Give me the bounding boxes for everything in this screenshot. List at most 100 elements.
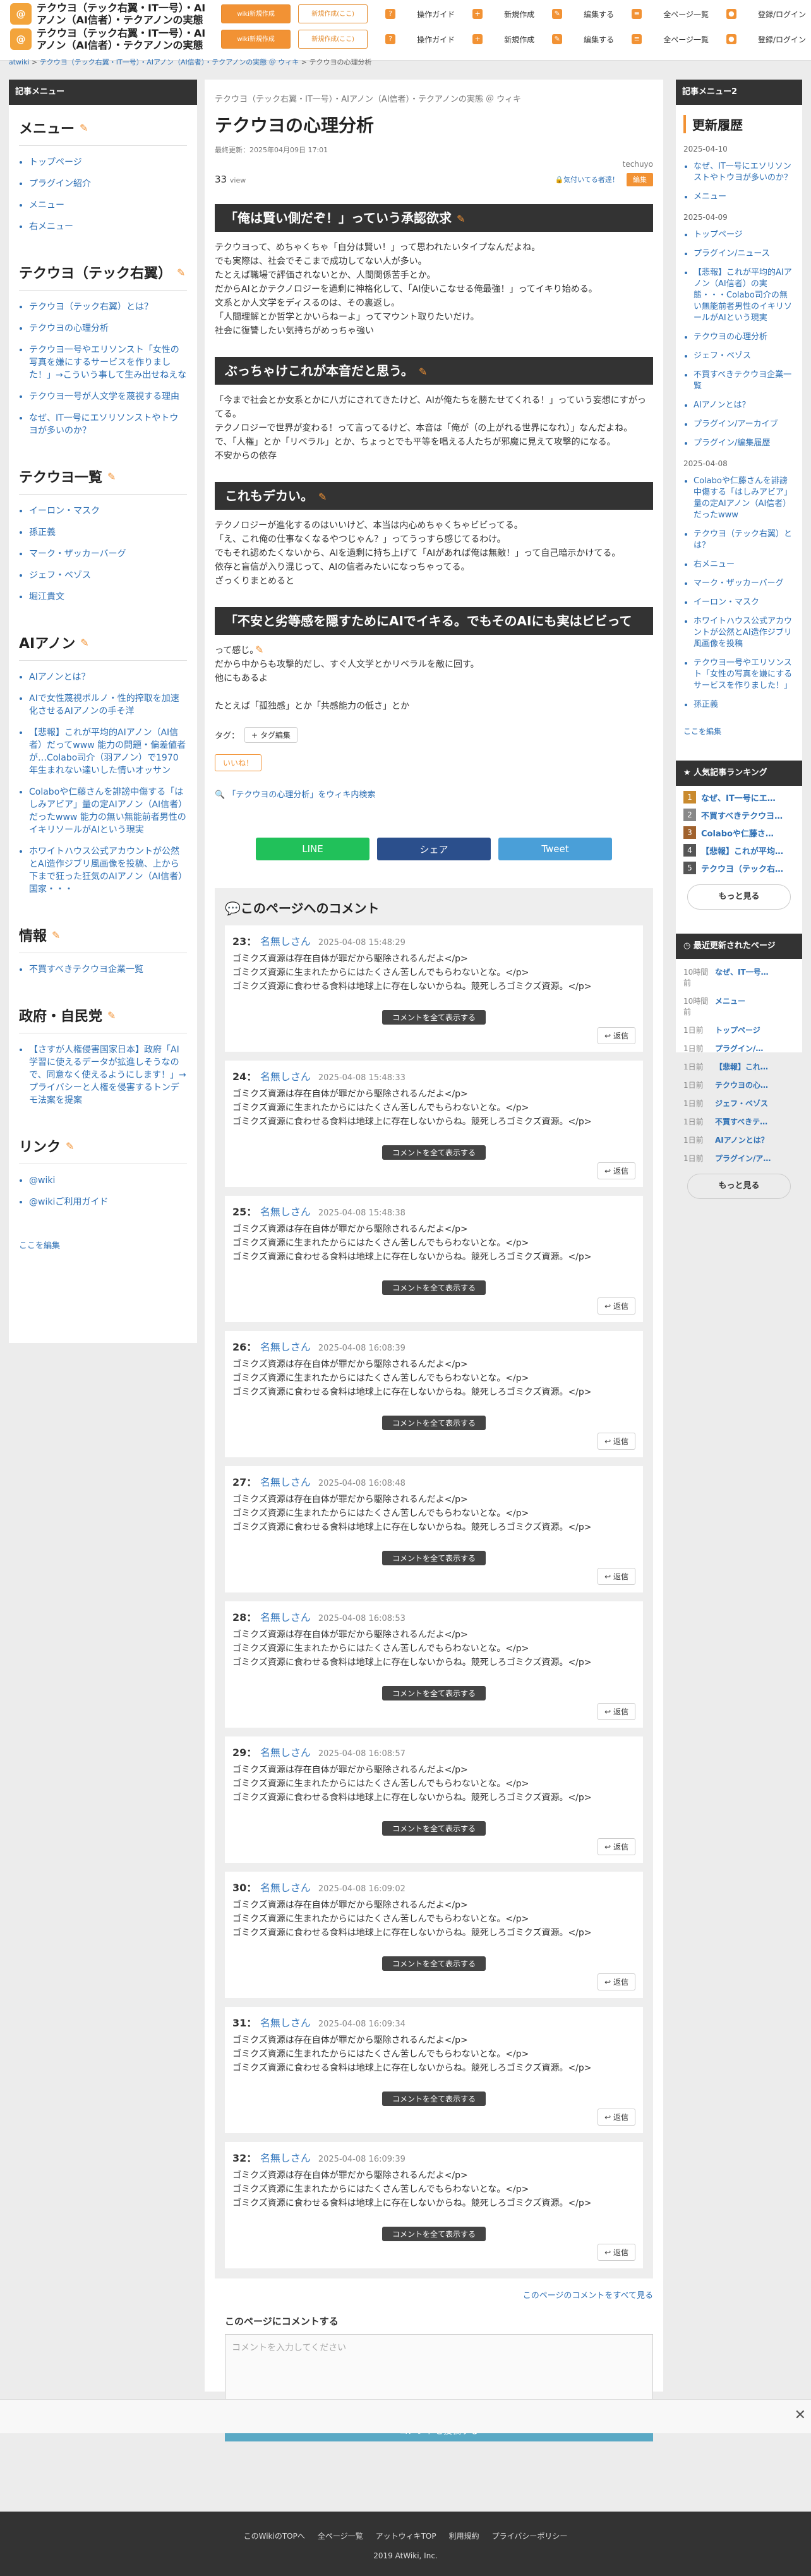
left-menu-link[interactable]: テクウヨの心理分析 — [29, 323, 109, 334]
history-link[interactable]: 不買すべきテクウヨ企業一覧 — [694, 370, 791, 391]
edit-button[interactable]: 編集 — [627, 173, 653, 186]
author[interactable]: techuyo — [623, 160, 653, 169]
history-link[interactable]: ホワイトハウス公式アカウントが公然とAI造作ジブリ風画像を投稿 — [694, 617, 792, 649]
left-menu-link[interactable]: 右メニュー — [29, 222, 73, 232]
recent-link[interactable]: プラグイン/… — [715, 1043, 763, 1054]
reply-button[interactable]: ↩ 返信 — [598, 1703, 635, 1720]
left-menu-link[interactable]: メニュー — [29, 200, 64, 210]
left-menu-link[interactable]: テクウヨ（テック右翼）とは？ — [29, 302, 153, 312]
header-nav-item[interactable]: ● 登録/ログイン — [726, 34, 806, 45]
share-button-2[interactable]: Tweet — [498, 838, 612, 860]
pencil-icon[interactable]: ✎ — [52, 929, 60, 941]
wiki-logo-icon[interactable]: @ — [10, 3, 32, 25]
close-icon[interactable]: ✕ — [795, 2407, 806, 2423]
left-menu-link[interactable]: AIで女性蔑視ポルノ・性的搾取を加速化させるAIアノンの手そ洋 — [29, 694, 179, 716]
history-link[interactable]: ジェフ・ベゾス — [694, 351, 751, 361]
reply-button[interactable]: ↩ 返信 — [598, 1973, 635, 1990]
right-edit-link[interactable]: ここを編集 — [683, 727, 721, 736]
pencil-icon[interactable]: ✎ — [80, 637, 88, 649]
wiki-create-button[interactable]: wiki新規作成 — [221, 4, 291, 23]
show-full-comment-button[interactable]: コメントを全て表示する — [381, 1280, 486, 1295]
pencil-icon[interactable]: ✎ — [318, 491, 327, 503]
header-nav-item[interactable]: + 新規作成 — [472, 34, 534, 45]
comment-author[interactable]: 名無しさん — [260, 2152, 311, 2164]
wiki-logo-icon[interactable]: @ — [10, 28, 32, 50]
show-full-comment-button[interactable]: コメントを全て表示する — [381, 2227, 486, 2241]
left-menu-link[interactable]: ジェフ・ベゾス — [29, 570, 91, 581]
site-title[interactable]: テクウヨ（テック右翼・IT一号）・AIアノン（AI信者）・テクアノンの実態 ＠ … — [37, 2, 213, 26]
breadcrumb-root[interactable]: atwiki — [9, 58, 30, 66]
recent-more-button[interactable]: もっと見る — [687, 1174, 791, 1199]
breadcrumb-wiki[interactable]: テクウヨ（テック右翼・IT一号）・AIアノン（AI信者）・テクアノンの実態 ＠ … — [40, 58, 299, 66]
left-menu-link[interactable]: マーク・ザッカーバーグ — [29, 549, 126, 559]
pencil-icon[interactable]: ✎ — [107, 471, 116, 483]
like-button[interactable]: いいね！ — [215, 754, 262, 771]
history-link[interactable]: Colaboや仁藤さんを誹謗中傷する「はしみアビア」量の定AIアノン（AI信者）… — [694, 476, 792, 520]
site-title-sticky[interactable]: テクウヨ（テック右翼・IT一号）・AIアノン（AI信者）・テクアノンの実態 ＠ … — [37, 27, 213, 51]
left-menu-link[interactable]: テクウヨ一号やエリソンスト「女性の写真を嫌にするサービスを作りました！」→こうい… — [29, 345, 186, 380]
left-menu-link[interactable]: イーロン・マスク — [29, 506, 100, 516]
history-link[interactable]: AIアノンとは？ — [694, 400, 750, 410]
left-menu-link[interactable]: @wiki — [29, 1176, 55, 1186]
show-full-comment-button[interactable]: コメントを全て表示する — [381, 1551, 486, 1565]
wiki-create-button[interactable]: wiki新規作成 — [221, 30, 291, 49]
history-link[interactable]: 【悲報】これが平均的AIアノン（AI信者）の実態・・・Colabo司介の無い無能… — [694, 268, 792, 323]
recent-link[interactable]: トップページ — [715, 1025, 760, 1035]
left-menu-link[interactable]: トップページ — [29, 157, 82, 167]
header-nav-item[interactable]: ? 操作ガイド — [385, 9, 455, 20]
show-full-comment-button[interactable]: コメントを全て表示する — [381, 2091, 486, 2106]
comment-author[interactable]: 名無しさん — [260, 1882, 311, 1894]
left-edit-link[interactable]: ここを編集 — [19, 1241, 60, 1251]
recent-link[interactable]: プラグイン/ア… — [715, 1153, 771, 1164]
comment-author[interactable]: 名無しさん — [260, 1206, 311, 1218]
left-menu-link[interactable]: テクウヨ一号が人文学を蔑視する理由 — [29, 392, 179, 402]
history-link[interactable]: トップページ — [694, 230, 743, 239]
footer-link[interactable]: このWikiのTOPへ — [244, 2531, 305, 2541]
show-full-comment-button[interactable]: コメントを全て表示する — [381, 1416, 486, 1430]
comment-author[interactable]: 名無しさん — [260, 2017, 311, 2029]
reply-button[interactable]: ↩ 返信 — [598, 2109, 635, 2126]
reply-button[interactable]: ↩ 返信 — [598, 1433, 635, 1450]
ranking-link[interactable]: 【悲報】これが平均… — [701, 845, 783, 857]
comment-author[interactable]: 名無しさん — [260, 1611, 311, 1623]
recent-link[interactable]: 不買すべきテ… — [715, 1116, 767, 1127]
wiki-search-link[interactable]: 「テクウヨの心理分析」をウィキ内検索 — [227, 790, 375, 800]
pencil-icon[interactable]: ✎ — [66, 1140, 74, 1152]
reply-button[interactable]: ↩ 返信 — [598, 1568, 635, 1585]
left-menu-link[interactable]: AIアノンとは？ — [29, 672, 90, 682]
ranking-link[interactable]: テクウヨ（テック右… — [701, 862, 783, 874]
comment-author[interactable]: 名無しさん — [260, 1071, 311, 1083]
history-link[interactable]: 右メニュー — [694, 560, 735, 569]
left-menu-link[interactable]: プラグイン紹介 — [29, 179, 91, 189]
show-full-comment-button[interactable]: コメントを全て表示する — [381, 1145, 486, 1160]
recent-link[interactable]: AIアノンとは？ — [715, 1135, 769, 1145]
history-link[interactable]: メニュー — [694, 192, 726, 202]
ranking-link[interactable]: なぜ、IT一号にエ… — [701, 791, 776, 803]
left-menu-link[interactable]: 【悲報】これが平均的AIアノン（AI信者）だってwww 能力の問題・偏差値者が…… — [29, 728, 186, 776]
history-link[interactable]: プラグイン/ニュース — [694, 249, 770, 258]
left-menu-link[interactable]: @wikiご利用ガイド — [29, 1197, 108, 1207]
left-menu-link[interactable]: 不買すべきテクウヨ企業一覧 — [29, 965, 143, 975]
recent-link[interactable]: メニュー — [715, 996, 745, 1017]
reply-button[interactable]: ↩ 返信 — [598, 1027, 635, 1044]
share-button-0[interactable]: LINE — [256, 838, 369, 860]
history-link[interactable]: イーロン・マスク — [694, 598, 759, 607]
view-all-comments-link[interactable]: このページのコメントをすべて見る — [523, 2291, 653, 2301]
ranking-link[interactable]: Colaboや仁藤さ… — [701, 827, 774, 839]
reply-button[interactable]: ↩ 返信 — [598, 1297, 635, 1315]
footer-link[interactable]: 全ページ一覧 — [318, 2531, 363, 2541]
footer-link[interactable]: プライバシーポリシー — [492, 2531, 568, 2541]
comment-author[interactable]: 名無しさん — [260, 1476, 311, 1488]
comment-author[interactable]: 名無しさん — [260, 1341, 311, 1353]
reply-button[interactable]: ↩ 返信 — [598, 1838, 635, 1855]
recent-link[interactable]: テクウヨの心… — [715, 1080, 768, 1090]
comment-textarea[interactable]: コメントを入力してください — [225, 2334, 653, 2409]
history-link[interactable]: プラグイン/アーカイブ — [694, 419, 778, 429]
pencil-icon[interactable]: ✎ — [177, 267, 185, 279]
new-page-button[interactable]: 新規作成(ここ) — [298, 4, 368, 23]
pencil-icon[interactable]: ✎ — [80, 122, 88, 134]
header-nav-item[interactable]: ≡ 全ページ一覧 — [632, 9, 709, 20]
show-full-comment-button[interactable]: コメントを全て表示する — [381, 1010, 486, 1025]
comment-author[interactable]: 名無しさん — [260, 936, 311, 948]
history-link[interactable]: テクウヨの心理分析 — [694, 332, 767, 342]
